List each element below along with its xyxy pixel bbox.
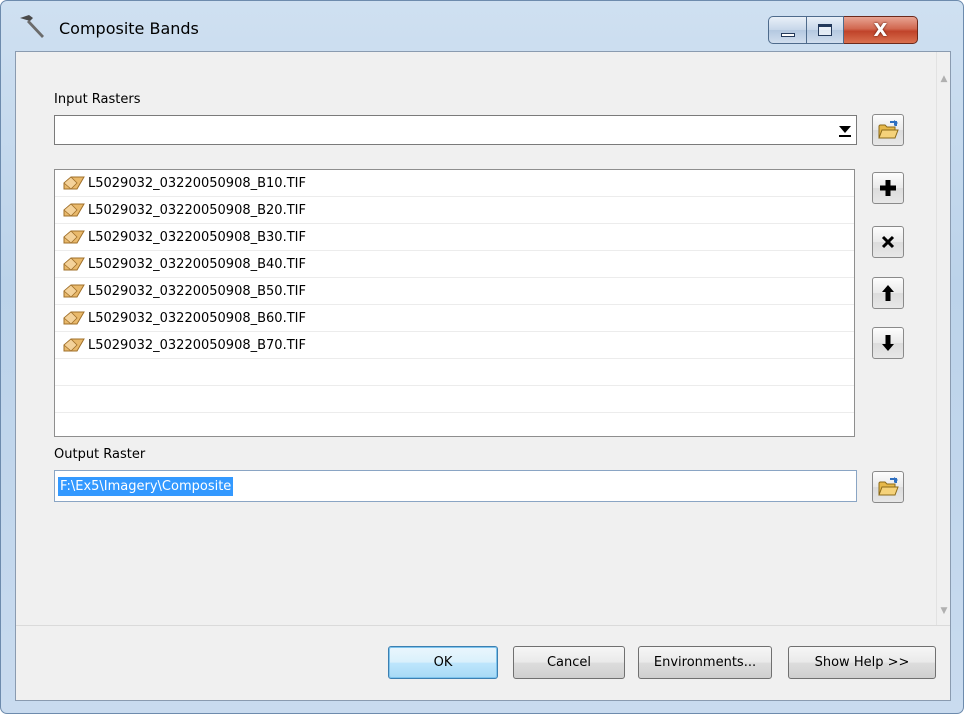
input-rasters-combobox[interactable] bbox=[54, 115, 857, 145]
empty-list-row bbox=[55, 413, 854, 436]
close-button[interactable]: X bbox=[844, 16, 918, 44]
move-up-button[interactable] bbox=[872, 277, 904, 309]
maximize-button[interactable] bbox=[806, 16, 844, 44]
raster-layer-icon bbox=[63, 311, 85, 325]
list-item[interactable]: L5029032_03220050908_B20.TIF bbox=[55, 197, 854, 224]
list-item-label: L5029032_03220050908_B10.TIF bbox=[88, 175, 306, 191]
remove-button[interactable] bbox=[872, 226, 904, 258]
output-raster-field[interactable]: F:\Ex5\Imagery\Composite bbox=[54, 470, 857, 502]
output-raster-value: F:\Ex5\Imagery\Composite bbox=[58, 477, 234, 496]
button-bar: OK Cancel Environments... Show Help >> bbox=[16, 625, 950, 700]
list-item-label: L5029032_03220050908_B70.TIF bbox=[88, 337, 306, 353]
list-item[interactable]: L5029032_03220050908_B10.TIF bbox=[55, 170, 854, 197]
raster-layer-icon bbox=[63, 284, 85, 298]
raster-layer-icon bbox=[63, 230, 85, 244]
list-item-label: L5029032_03220050908_B30.TIF bbox=[88, 229, 306, 245]
list-item[interactable]: L5029032_03220050908_B30.TIF bbox=[55, 224, 854, 251]
close-icon: X bbox=[873, 19, 888, 41]
remove-icon bbox=[881, 235, 895, 249]
input-rasters-list[interactable]: L5029032_03220050908_B10.TIF L5029032_032… bbox=[54, 169, 855, 437]
caption-buttons: X bbox=[768, 16, 918, 44]
ok-button[interactable]: OK bbox=[388, 646, 498, 679]
open-folder-icon bbox=[878, 477, 899, 496]
scroll-down-icon[interactable]: ▼ bbox=[939, 604, 949, 618]
maximize-icon bbox=[818, 24, 832, 36]
environments-button[interactable]: Environments... bbox=[638, 646, 772, 679]
raster-layer-icon bbox=[63, 203, 85, 217]
list-item[interactable]: L5029032_03220050908_B70.TIF bbox=[55, 332, 854, 359]
list-item-label: L5029032_03220050908_B50.TIF bbox=[88, 283, 306, 299]
browse-input-button[interactable] bbox=[872, 114, 904, 146]
dialog-client-area: Input Rasters L5029032_03220050908_B10.T… bbox=[15, 51, 951, 701]
show-help-button[interactable]: Show Help >> bbox=[788, 646, 936, 679]
raster-layer-icon bbox=[63, 257, 85, 271]
empty-list-row bbox=[55, 386, 854, 413]
list-item[interactable]: L5029032_03220050908_B40.TIF bbox=[55, 251, 854, 278]
list-item-label: L5029032_03220050908_B20.TIF bbox=[88, 202, 306, 218]
input-rasters-label: Input Rasters bbox=[54, 92, 141, 107]
add-icon bbox=[880, 180, 896, 196]
dropdown-arrow-icon[interactable] bbox=[838, 122, 852, 140]
list-item-label: L5029032_03220050908_B40.TIF bbox=[88, 256, 306, 272]
empty-list-row bbox=[55, 359, 854, 386]
move-up-icon bbox=[882, 285, 894, 301]
list-item[interactable]: L5029032_03220050908_B60.TIF bbox=[55, 305, 854, 332]
dialog-window: Composite Bands X Input Rasters L5029032… bbox=[0, 0, 964, 714]
title-bar[interactable]: Composite Bands X bbox=[1, 1, 963, 45]
open-folder-icon bbox=[878, 120, 899, 139]
output-raster-label: Output Raster bbox=[54, 447, 146, 462]
list-item[interactable]: L5029032_03220050908_B50.TIF bbox=[55, 278, 854, 305]
list-item-label: L5029032_03220050908_B60.TIF bbox=[88, 310, 306, 326]
move-down-button[interactable] bbox=[872, 327, 904, 359]
window-title: Composite Bands bbox=[59, 19, 199, 38]
browse-output-button[interactable] bbox=[872, 471, 904, 503]
add-button[interactable] bbox=[872, 172, 904, 204]
scroll-up-icon[interactable]: ▲ bbox=[939, 72, 949, 86]
vertical-scrollbar[interactable]: ▲ ▼ bbox=[936, 52, 950, 625]
raster-layer-icon bbox=[63, 176, 85, 190]
parameters-panel: Input Rasters L5029032_03220050908_B10.T… bbox=[16, 52, 936, 625]
minimize-icon bbox=[780, 33, 795, 37]
cancel-button[interactable]: Cancel bbox=[513, 646, 625, 679]
move-down-icon bbox=[882, 335, 894, 351]
minimize-button[interactable] bbox=[768, 16, 806, 44]
hammer-icon bbox=[20, 15, 44, 38]
raster-layer-icon bbox=[63, 338, 85, 352]
